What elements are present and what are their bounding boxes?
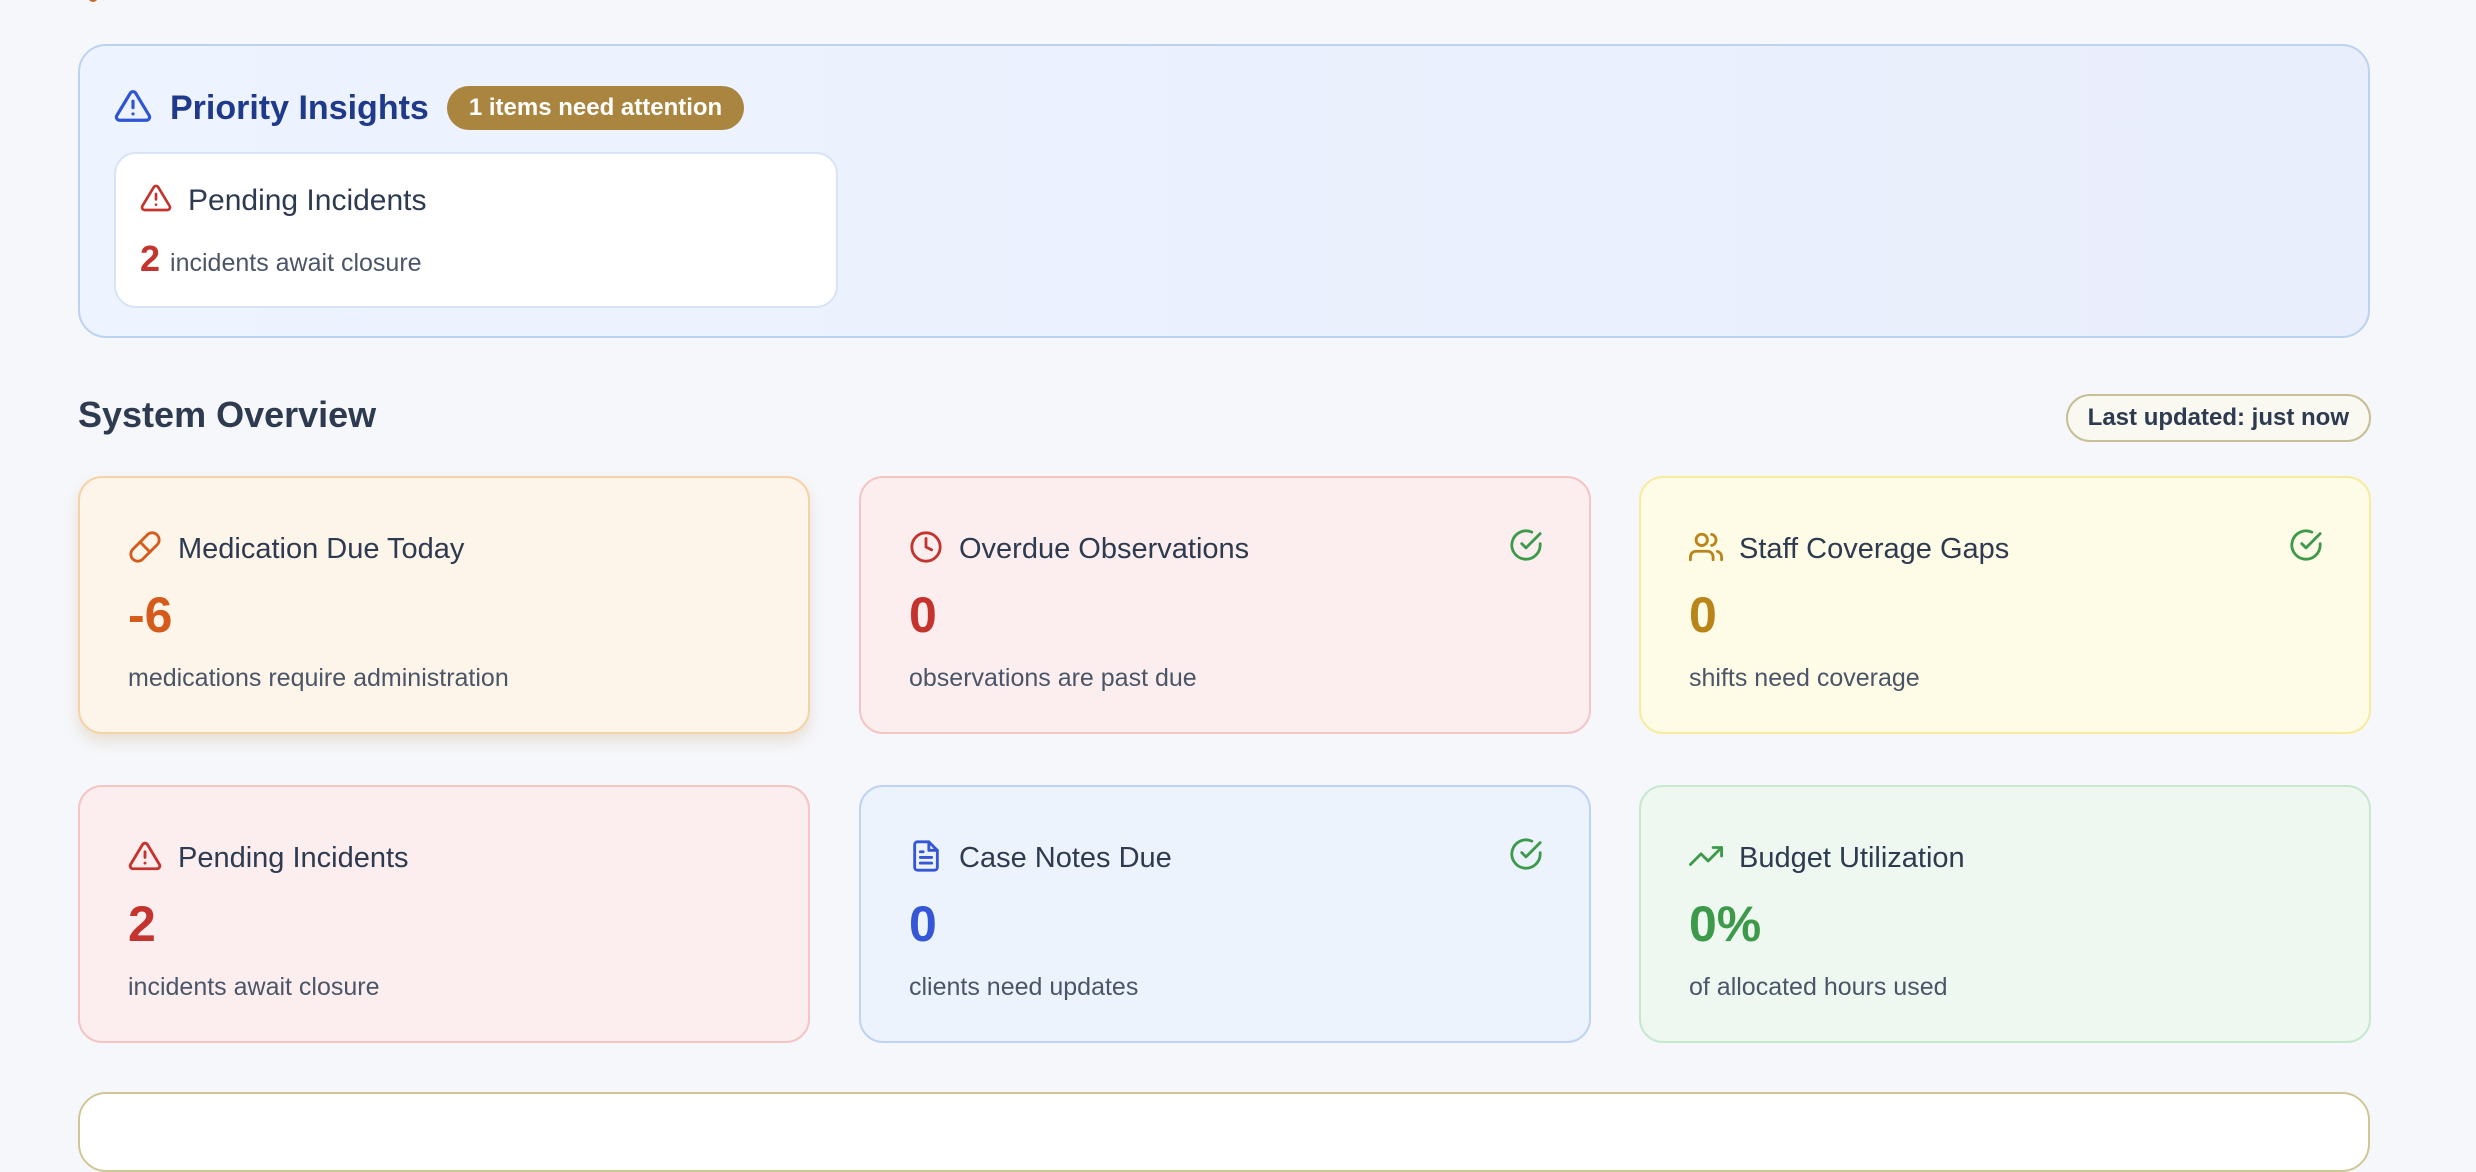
card-label: Budget Utilization — [1739, 842, 1965, 874]
check-circle-icon — [2289, 528, 2323, 567]
card-overdue-observations[interactable]: Overdue Observations 0 observations are … — [859, 476, 1591, 734]
card-description: clients need updates — [909, 973, 1139, 1001]
clock-icon — [909, 530, 943, 569]
heading-icon — [88, 0, 98, 2]
alert-triangle-icon — [140, 182, 172, 219]
card-label: Case Notes Due — [959, 842, 1172, 874]
card-description: of allocated hours used — [1689, 973, 1948, 1001]
alert-triangle-icon — [128, 839, 162, 878]
scrollbar[interactable] — [2460, 0, 2476, 1122]
insight-value: 2 — [140, 238, 161, 279]
card-description: shifts need coverage — [1689, 664, 1920, 692]
next-section-card — [78, 1092, 2370, 1172]
pill-icon — [128, 530, 162, 569]
alert-triangle-icon — [114, 87, 152, 130]
card-value: 0% — [1689, 896, 1762, 952]
card-pending-incidents[interactable]: Pending Incidents 2 incidents await clos… — [78, 785, 810, 1043]
card-value: 0 — [909, 896, 937, 952]
priority-insights-header: Priority Insights 1 items need attention — [114, 82, 745, 134]
card-value: 0 — [909, 587, 937, 643]
card-staff-coverage-gaps[interactable]: Staff Coverage Gaps 0 shifts need covera… — [1639, 476, 2371, 734]
card-value: 0 — [1689, 587, 1717, 643]
check-circle-icon — [1509, 837, 1543, 876]
card-label: Staff Coverage Gaps — [1739, 533, 2010, 565]
check-circle-icon — [1509, 528, 1543, 567]
insight-description: incidents await closure — [170, 249, 422, 277]
insight-card-pending-incidents[interactable]: Pending Incidents 2 incidents await clos… — [114, 152, 838, 308]
file-text-icon — [909, 839, 943, 878]
trending-up-icon — [1689, 839, 1723, 878]
card-description: observations are past due — [909, 664, 1197, 692]
card-value: -6 — [128, 587, 173, 643]
card-case-notes-due[interactable]: Case Notes Due 0 clients need updates — [859, 785, 1591, 1043]
card-value: 2 — [128, 896, 156, 952]
card-budget-utilization[interactable]: Budget Utilization 0% of allocated hours… — [1639, 785, 2371, 1043]
card-label: Overdue Observations — [959, 533, 1250, 565]
attention-count-badge: 1 items need attention — [446, 86, 745, 130]
system-overview-title: System Overview — [78, 394, 377, 435]
card-label: Pending Incidents — [178, 842, 409, 874]
users-icon — [1689, 530, 1724, 569]
previous-section-heading — [78, 0, 878, 4]
card-label: Medication Due Today — [178, 533, 465, 565]
card-description: incidents await closure — [128, 973, 380, 1001]
priority-insights-title: Priority Insights — [170, 88, 429, 127]
last-updated-badge: Last updated: just now — [2065, 394, 2371, 442]
priority-insights-panel: Priority Insights 1 items need attention… — [78, 44, 2370, 338]
card-medication-due-today[interactable]: Medication Due Today -6 medications requ… — [78, 476, 810, 734]
card-description: medications require administration — [128, 664, 509, 692]
insight-label: Pending Incidents — [188, 183, 427, 217]
